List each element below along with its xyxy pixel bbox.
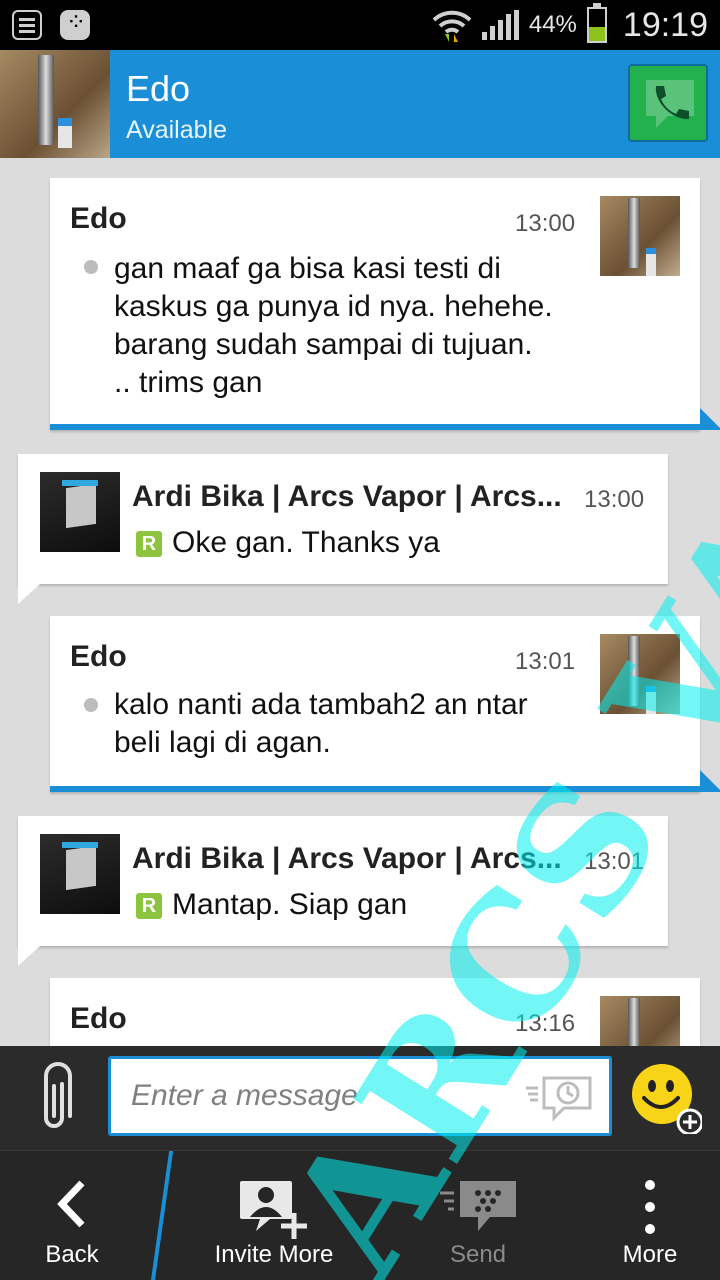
emoticon-add-icon[interactable]	[630, 1062, 702, 1134]
message-time: 13:01	[584, 848, 645, 875]
message-time: 13:16	[515, 1010, 576, 1037]
sender-avatar	[40, 472, 120, 552]
bbm-send-icon	[440, 1181, 516, 1231]
message-bubble[interactable]: Ardi Bika | Arcs Vapor | Arcs... 13:00 R…	[18, 454, 668, 604]
contact-name[interactable]: Edo	[126, 68, 190, 110]
clock: 19:19	[622, 5, 708, 44]
message-sender: Ardi Bika | Arcs Vapor | Arcs...	[132, 842, 562, 875]
unread-dot-icon	[84, 260, 98, 274]
bbm-notification-icon	[60, 8, 90, 40]
wifi-icon	[432, 10, 472, 42]
attach-paperclip-icon[interactable]	[34, 1062, 74, 1136]
overflow-menu-icon	[645, 1180, 655, 1234]
message-sender: Edo	[70, 1002, 127, 1035]
message-bubble[interactable]: Edo 13:01 kalo nanti ada tambah2 an ntar…	[50, 616, 720, 792]
divider	[150, 1151, 174, 1280]
invite-user-icon	[240, 1181, 307, 1239]
conversation-list[interactable]: Edo 13:00 gan maaf ga bisa kasi testi di…	[0, 158, 720, 1046]
sender-avatar	[600, 634, 680, 714]
voice-call-button[interactable]	[628, 64, 708, 142]
message-text: kalo nanti ada tambah2 an ntar beli lagi…	[114, 688, 528, 759]
message-time: 13:01	[515, 648, 576, 675]
sender-avatar	[40, 834, 120, 914]
sender-avatar	[600, 996, 680, 1046]
phone-icon	[646, 80, 694, 128]
unread-dot-icon	[84, 698, 98, 712]
message-text: gan maaf ga bisa kasi testi di kaskus ga…	[114, 252, 553, 399]
back-button[interactable]: Back	[0, 1151, 144, 1280]
message-time: 13:00	[584, 486, 645, 513]
contact-status: Available	[126, 116, 228, 144]
battery-percent: 44%	[528, 11, 577, 38]
ping-chat-icon[interactable]	[524, 1072, 596, 1124]
message-sender: Ardi Bika | Arcs Vapor | Arcs...	[132, 480, 562, 513]
message-text: R Mantap. Siap gan	[136, 886, 407, 924]
message-sender: Edo	[70, 640, 127, 673]
action-bar: Back Invite More Send More	[0, 1150, 720, 1280]
message-time: 13:00	[515, 210, 576, 237]
message-bubble[interactable]: Edo 13:00 gan maaf ga bisa kasi testi di…	[50, 178, 720, 430]
chat-header: Edo Available	[0, 50, 720, 158]
sender-avatar	[600, 196, 680, 276]
read-receipt-icon: R	[136, 531, 162, 557]
more-button[interactable]: More	[600, 1151, 700, 1280]
status-bar: 44% 19:19	[0, 0, 720, 50]
compose-bar	[0, 1046, 720, 1150]
invite-more-button[interactable]: Invite More	[194, 1151, 354, 1280]
notification-menu-icon	[12, 10, 42, 40]
contact-avatar[interactable]	[0, 50, 110, 158]
message-sender: Edo	[70, 202, 127, 235]
message-bubble[interactable]: Edo 13:16	[50, 978, 700, 1046]
message-text: R Oke gan. Thanks ya	[136, 524, 440, 562]
message-bubble[interactable]: Ardi Bika | Arcs Vapor | Arcs... 13:01 R…	[18, 816, 668, 966]
read-receipt-icon: R	[136, 893, 162, 919]
battery-icon	[586, 3, 607, 43]
back-chevron-icon	[57, 1180, 85, 1228]
signal-strength-icon	[481, 10, 519, 40]
send-button[interactable]: Send	[418, 1151, 538, 1280]
